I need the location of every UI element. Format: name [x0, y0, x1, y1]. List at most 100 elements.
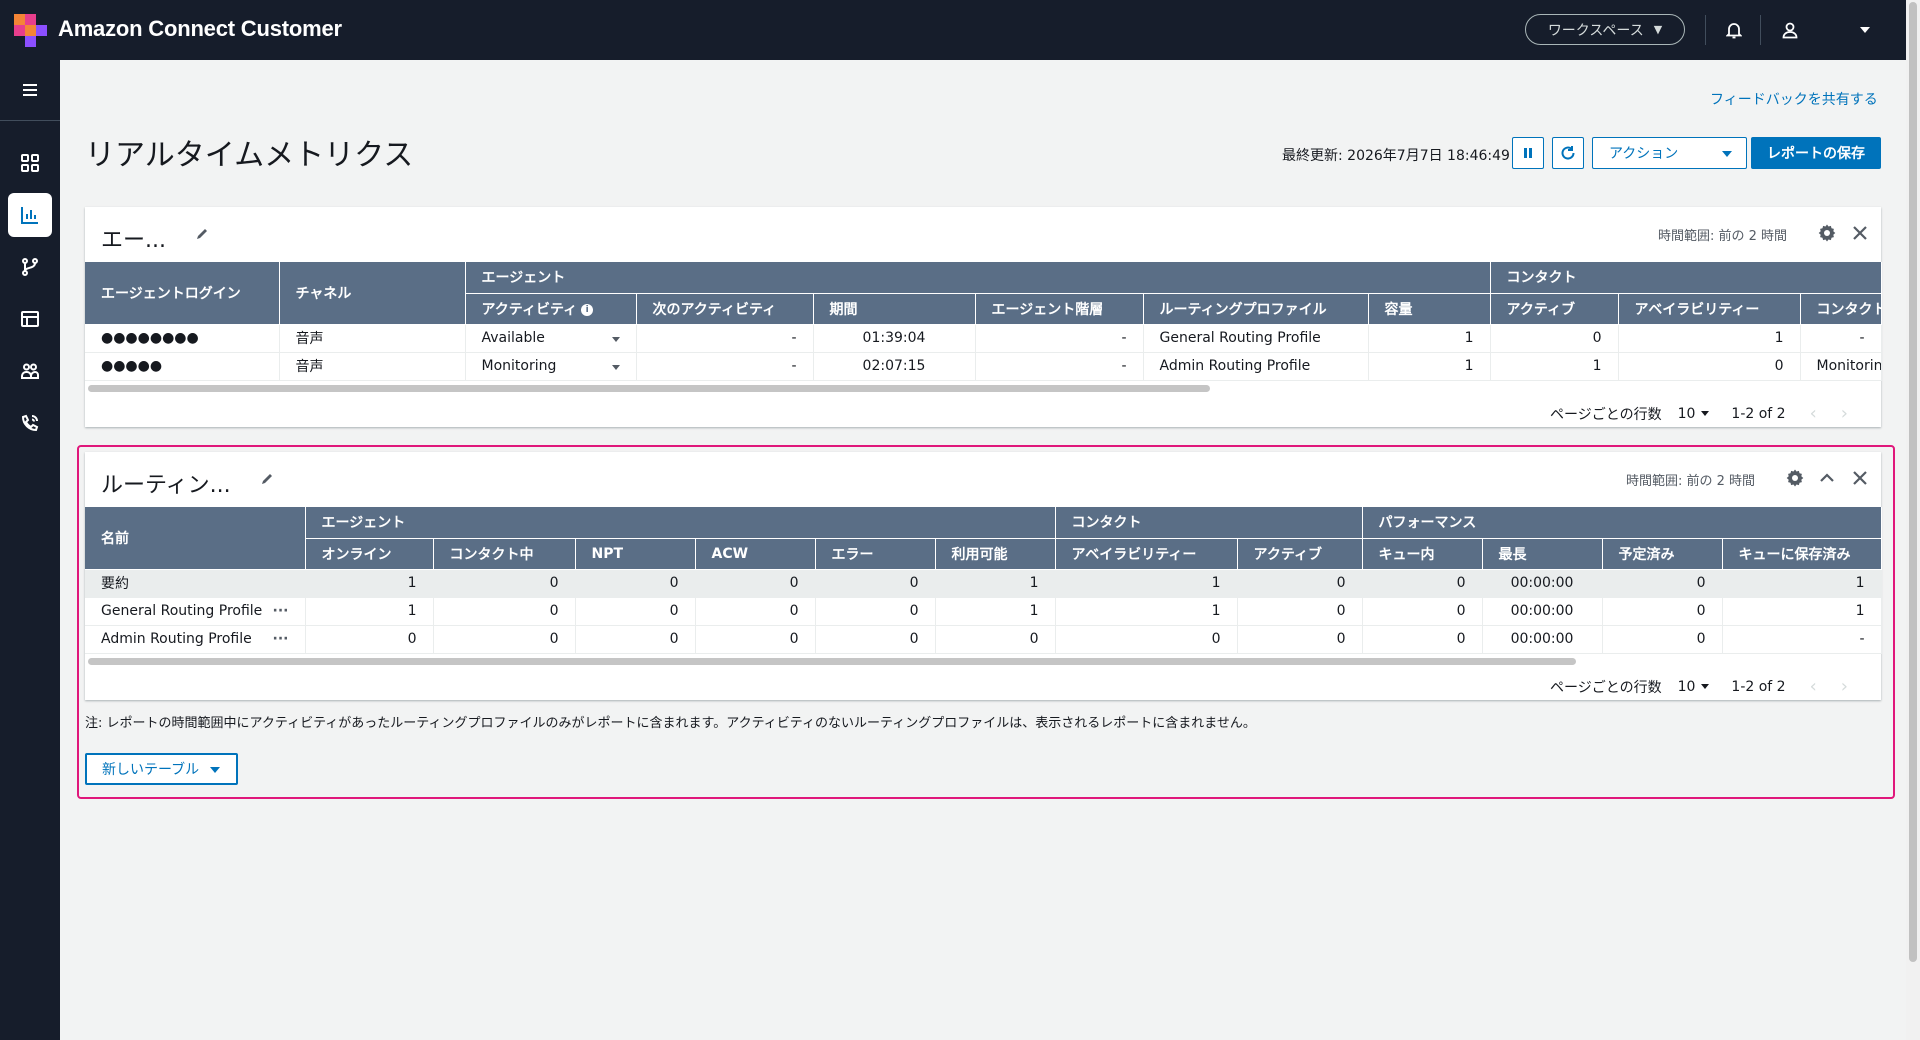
col-header-activity[interactable]: アクティビティ i [465, 293, 637, 325]
sidebar [0, 60, 60, 1040]
col-header-acw[interactable]: ACW [695, 538, 816, 570]
col-header-capacity[interactable]: 容量 [1368, 293, 1491, 325]
col-header-queued-saved[interactable]: キューに保存済み [1722, 538, 1882, 570]
amazon-connect-logo[interactable] [14, 14, 47, 47]
action-dropdown[interactable]: アクション [1592, 137, 1747, 169]
bell-icon[interactable] [1722, 18, 1746, 42]
cell-activity: Available [481, 330, 545, 346]
cell-value: 0 [1237, 625, 1363, 654]
gear-icon[interactable] [1817, 223, 1837, 243]
horizontal-scrollbar[interactable] [88, 658, 1576, 665]
cell-next-activity: - [636, 352, 814, 381]
col-header-availability[interactable]: アベイラビリティー [1055, 538, 1238, 570]
pencil-icon[interactable] [195, 227, 211, 243]
chevron-right-icon[interactable]: › [1841, 676, 1848, 697]
page-scrollbar-thumb[interactable] [1909, 2, 1917, 962]
table-icon[interactable] [8, 297, 52, 341]
col-header-online[interactable]: オンライン [305, 538, 434, 570]
chevron-right-icon[interactable]: › [1841, 403, 1848, 424]
gear-icon[interactable] [1785, 468, 1805, 488]
cell-contact-state: - [1800, 324, 1882, 353]
table-row: General Routing Profile ··· 1 0 0 0 0 1 1 0 0 00:00… [85, 597, 1882, 626]
col-header-availability[interactable]: アベイラビリティー [1618, 293, 1801, 325]
col-header-login[interactable]: エージェントログイン [85, 262, 280, 325]
activity-dropdown[interactable]: Available [465, 324, 637, 353]
user-icon[interactable] [1778, 18, 1802, 42]
save-report-button[interactable]: レポートの保存 [1751, 137, 1881, 169]
cell-value: 1 [305, 597, 434, 626]
col-header-contact-state[interactable]: コンタクト状態 [1800, 293, 1882, 325]
col-header-active[interactable]: アクティブ [1237, 538, 1363, 570]
cell-value: 1 [1055, 569, 1238, 598]
refresh-button[interactable] [1552, 137, 1584, 169]
close-icon[interactable] [1850, 223, 1870, 243]
routing-profile-panel: ルーティン... 時間範囲: 前の 2 時間 名前 エージェント コンタクト パ… [85, 452, 1882, 700]
close-icon[interactable] [1850, 468, 1870, 488]
workspace-label: ワークスペース [1547, 22, 1644, 39]
new-table-button[interactable]: 新しいテーブル [85, 753, 238, 785]
refresh-icon [1561, 146, 1575, 160]
col-header-active[interactable]: アクティブ [1490, 293, 1619, 325]
activity-dropdown[interactable]: Monitoring [465, 352, 637, 381]
users-icon[interactable] [8, 349, 52, 393]
bar-chart-icon[interactable] [8, 193, 52, 237]
page-size-select[interactable]: 10 [1678, 406, 1710, 422]
col-header-error[interactable]: エラー [815, 538, 936, 570]
col-header-npt[interactable]: NPT [575, 538, 696, 570]
caret-down-icon [1701, 411, 1710, 416]
cell-value: 0 [1237, 569, 1363, 598]
chevron-up-icon[interactable] [1817, 468, 1837, 488]
info-icon[interactable]: i [581, 303, 594, 316]
chevron-left-icon[interactable]: ‹ [1810, 676, 1817, 697]
group-header-agent: エージェント [465, 262, 1491, 294]
col-header-routing-profile[interactable]: ルーティングプロファイル [1143, 293, 1369, 325]
caret-down-icon[interactable] [1853, 18, 1877, 42]
page-size-value: 10 [1677, 678, 1696, 695]
cell-capacity: 1 [1368, 352, 1491, 381]
cell-value: 0 [695, 625, 816, 654]
grid-icon[interactable] [8, 141, 52, 185]
cell-duration: 01:39:04 [813, 324, 976, 353]
col-header-hierarchy[interactable]: エージェント階層 [975, 293, 1144, 325]
hamburger-icon[interactable] [8, 68, 52, 112]
more-options-icon[interactable]: ··· [273, 631, 289, 647]
cell-value: 00:00:00 [1482, 569, 1603, 598]
caret-down-icon [611, 365, 620, 370]
table-row: Admin Routing Profile ··· 0 0 0 0 0 0 0 0 0 00:00:0… [85, 625, 1882, 654]
col-header-oldest[interactable]: 最長 [1482, 538, 1603, 570]
col-header-in-queue[interactable]: キュー内 [1362, 538, 1483, 570]
chevron-left-icon[interactable]: ‹ [1810, 403, 1817, 424]
flow-icon[interactable] [8, 245, 52, 289]
col-header-scheduled[interactable]: 予定済み [1602, 538, 1723, 570]
workspace-button[interactable]: ワークスペース ▼ [1525, 14, 1685, 45]
cell-availability: 1 [1618, 324, 1801, 353]
cell-value: 0 [1055, 625, 1238, 654]
col-header-duration[interactable]: 期間 [813, 293, 976, 325]
group-header-performance: パフォーマンス [1362, 507, 1882, 539]
cell-active: 1 [1490, 352, 1619, 381]
col-header-available[interactable]: 利用可能 [935, 538, 1056, 570]
page-size-select[interactable]: 10 [1678, 679, 1710, 695]
col-header-on-contact[interactable]: コンタクト中 [433, 538, 576, 570]
col-header-next-activity[interactable]: 次のアクティビティ [636, 293, 814, 325]
cell-value: 0 [575, 597, 696, 626]
group-header-agent: エージェント [305, 507, 1056, 539]
cell-value: 1 [305, 569, 434, 598]
cell-value: 0 [815, 597, 936, 626]
cell-availability: 0 [1618, 352, 1801, 381]
horizontal-scrollbar[interactable] [88, 385, 1210, 392]
col-header-name[interactable]: 名前 [85, 507, 306, 570]
cell-value: 0 [815, 625, 936, 654]
top-navigation-bar: Amazon Connect Customer ワークスペース ▼ [0, 0, 1906, 60]
feedback-link[interactable]: フィードバックを共有する [1710, 89, 1878, 109]
cell-value: 1 [1055, 597, 1238, 626]
col-header-channel[interactable]: チャネル [279, 262, 466, 325]
pencil-icon[interactable] [260, 472, 276, 488]
cell-value: - [1722, 625, 1882, 654]
phone-icon[interactable] [8, 401, 52, 445]
cell-value: 0 [815, 569, 936, 598]
more-options-icon[interactable]: ··· [273, 603, 289, 619]
pause-button[interactable] [1512, 137, 1544, 169]
group-header-contact: コンタクト [1055, 507, 1363, 539]
cell-value: 1 [1722, 597, 1882, 626]
